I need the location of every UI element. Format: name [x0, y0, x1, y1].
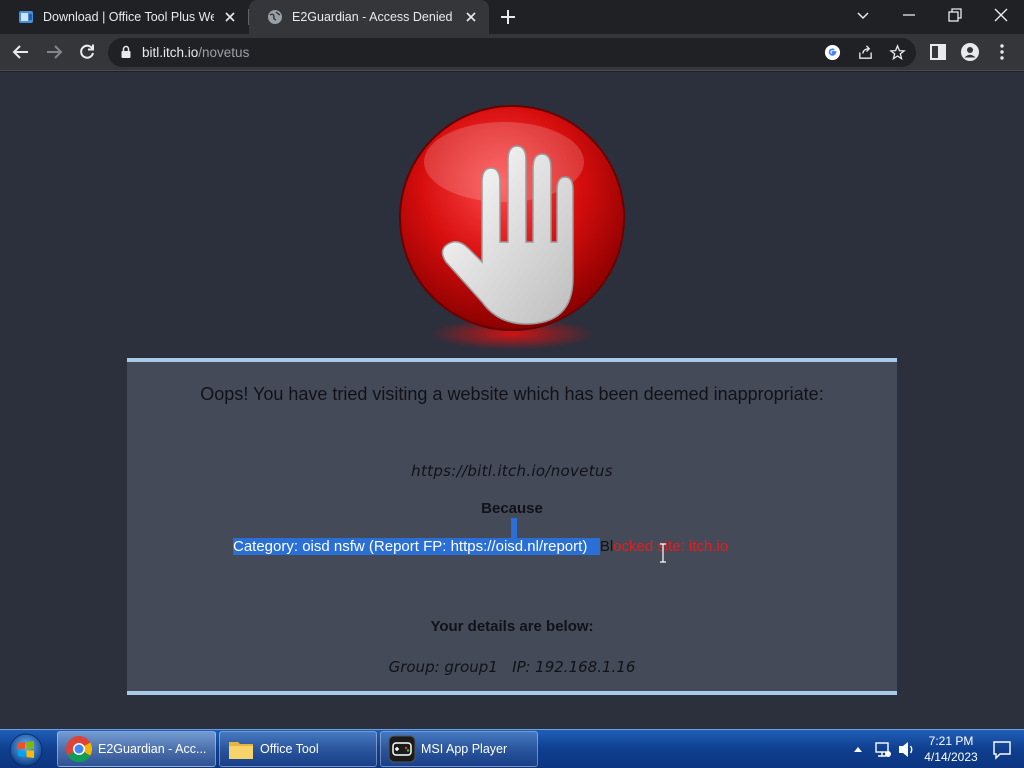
- url-text[interactable]: bitl.itch.io/novetus: [142, 45, 249, 60]
- because-label: Because: [481, 500, 543, 517]
- clock-date: 4/14/2023: [924, 750, 978, 764]
- forward-arrow-icon[interactable]: [44, 42, 64, 62]
- taskbar-item-label: E2Guardian - Acc...: [98, 742, 207, 756]
- new-tab-icon[interactable]: [498, 7, 518, 27]
- google-icon[interactable]: [824, 44, 841, 61]
- taskbar-item-label: Office Tool: [260, 742, 319, 756]
- folder-icon: [229, 742, 253, 759]
- tab-office-tool-plus[interactable]: Download | Office Tool Plus Web: [0, 0, 248, 34]
- taskbar-item-label: MSI App Player: [421, 742, 508, 756]
- address-bar[interactable]: bitl.itch.io/novetus: [108, 38, 916, 67]
- reload-icon[interactable]: [77, 42, 97, 62]
- clock-time: 7:21 PM: [928, 734, 974, 748]
- system-clock[interactable]: 7:21 PM 4/14/2023: [916, 733, 986, 765]
- page-content: Oops! You have tried visiting a website …: [0, 72, 1024, 729]
- bookmark-star-icon[interactable]: [889, 44, 906, 61]
- url-host: bitl.itch.io: [142, 45, 199, 60]
- taskbar-item-msi-app-player[interactable]: MSI App Player: [380, 731, 538, 767]
- globe-icon: [268, 10, 282, 24]
- side-panel-icon[interactable]: [928, 42, 948, 62]
- lock-icon[interactable]: [119, 45, 133, 59]
- windows-start-icon[interactable]: [7, 732, 45, 768]
- volume-icon[interactable]: [897, 730, 917, 768]
- details-label: Your details are below:: [430, 618, 594, 635]
- reason-blocked-site: ocked site: itch.io: [613, 538, 729, 555]
- browser-toolbar: bitl.itch.io/novetus: [0, 34, 1024, 71]
- app-player-icon: [388, 735, 416, 763]
- reason-selected-text: Category: oisd nsfw (Report FP: https://…: [233, 538, 588, 555]
- taskbar-item-chrome[interactable]: E2Guardian - Acc...: [57, 731, 216, 767]
- close-tab-icon[interactable]: [222, 9, 238, 25]
- tab-title: Download | Office Tool Plus Web: [43, 10, 214, 24]
- reason-selected-tail: Bl: [599, 538, 614, 555]
- restore-icon[interactable]: [946, 6, 964, 24]
- action-center-icon[interactable]: [992, 730, 1012, 768]
- tab-search-chevron-icon[interactable]: [854, 6, 872, 24]
- chrome-icon: [66, 736, 93, 763]
- taskbar-item-office-tool[interactable]: Office Tool: [219, 731, 377, 767]
- back-arrow-icon[interactable]: [11, 42, 31, 62]
- minimize-icon[interactable]: [900, 6, 918, 24]
- blocked-url: https://bitl.itch.io/novetus: [411, 462, 613, 480]
- text-cursor-icon: [660, 543, 666, 563]
- profile-avatar-icon[interactable]: [960, 42, 980, 62]
- network-icon[interactable]: [873, 730, 893, 768]
- tab-e2guardian[interactable]: E2Guardian - Access Denied: [249, 0, 489, 34]
- more-menu-icon[interactable]: [992, 42, 1012, 62]
- block-reason[interactable]: Category: oisd nsfw (Report FP: https://…: [233, 538, 728, 555]
- office-tool-favicon-icon: [19, 11, 33, 23]
- windows-taskbar: E2Guardian - Acc... Office Tool MSI App …: [0, 729, 1024, 768]
- stop-hand-icon: [399, 105, 625, 350]
- share-icon[interactable]: [857, 44, 874, 61]
- group-ip-line: Group: group1 IP: 192.168.1.16: [388, 658, 636, 676]
- close-window-icon[interactable]: [992, 6, 1010, 24]
- url-path: /novetus: [198, 45, 250, 60]
- show-hidden-icons-icon[interactable]: [852, 730, 864, 768]
- tab-strip: Download | Office Tool Plus Web E2Guardi…: [0, 0, 1024, 34]
- tab-title: E2Guardian - Access Denied: [292, 10, 453, 24]
- access-denied-panel: Oops! You have tried visiting a website …: [127, 358, 897, 695]
- block-heading: Oops! You have tried visiting a website …: [200, 384, 824, 404]
- close-tab-icon[interactable]: [463, 9, 479, 25]
